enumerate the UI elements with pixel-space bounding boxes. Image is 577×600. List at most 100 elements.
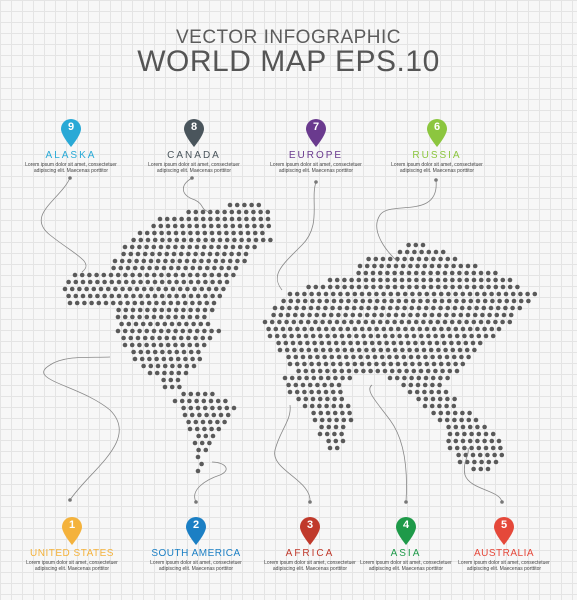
map-dot (306, 284, 311, 290)
map-dot (410, 298, 416, 304)
map-dot (423, 256, 429, 262)
callout-australia: 5 AUSTRALIA Lorem ipsum dolor sit amet, … (444, 516, 564, 572)
map-dot (407, 347, 412, 353)
map-dot (115, 328, 121, 334)
map-dot (168, 300, 174, 306)
map-dot (442, 270, 448, 276)
map-dot (194, 244, 200, 250)
map-dot (302, 291, 307, 297)
map-dot (363, 319, 369, 325)
connector-canada (182, 177, 211, 213)
map-dot (192, 286, 197, 292)
map-dot (202, 272, 207, 278)
map-dot (400, 263, 406, 269)
map-dot (216, 272, 222, 278)
map-dot (169, 384, 175, 390)
map-dot (278, 312, 284, 318)
map-dot (307, 354, 313, 360)
map-dot (452, 305, 458, 311)
map-dot (229, 251, 234, 257)
map-dot (297, 340, 303, 346)
map-dot (312, 417, 318, 423)
map-dot (193, 419, 199, 425)
map-dot (236, 251, 242, 257)
map-dot (251, 216, 256, 222)
map-dot (486, 277, 491, 283)
map-dot (366, 305, 371, 311)
map-dot (161, 356, 167, 362)
map-dot (173, 314, 178, 320)
map-dot (375, 368, 381, 374)
map-dot (450, 277, 455, 283)
map-dot (464, 277, 470, 283)
map-dot (416, 396, 421, 402)
map-dot (328, 312, 334, 318)
map-dot (180, 244, 185, 250)
map-dot (428, 347, 434, 353)
map-dot (237, 244, 243, 250)
map-dot (453, 424, 459, 430)
pin-number: 7 (312, 121, 320, 133)
map-dot (359, 305, 364, 311)
map-dot (208, 223, 214, 229)
map-dot (409, 256, 415, 262)
map-dot (154, 370, 160, 376)
map-dot (232, 237, 237, 243)
map-dot (123, 279, 129, 285)
map-dot (362, 340, 368, 346)
map-dot (265, 216, 271, 222)
map-dot (223, 272, 229, 278)
pin-number: 8 (190, 121, 198, 133)
map-dot (453, 438, 459, 444)
map-dot (371, 284, 376, 290)
pin-marker-icon: 5 (493, 516, 515, 546)
map-dot (358, 354, 363, 360)
map-dot (130, 272, 135, 278)
map-dot (222, 419, 227, 425)
map-dot (469, 333, 474, 339)
map-dot (138, 279, 143, 285)
map-dot (160, 237, 165, 243)
map-dot (437, 382, 442, 388)
map-dot (370, 319, 376, 325)
map-dot (130, 307, 136, 313)
map-dot (438, 256, 443, 262)
map-dot (173, 230, 179, 236)
map-dot (439, 298, 445, 304)
map-dot (411, 333, 417, 339)
map-dot (91, 286, 97, 292)
map-dot (366, 361, 372, 367)
map-dot (137, 314, 142, 320)
map-dot (377, 319, 383, 325)
map-dot (190, 300, 195, 306)
map-dot (95, 293, 100, 299)
map-dot (349, 277, 354, 283)
map-dot (161, 265, 167, 271)
map-dot (131, 349, 136, 355)
map-dot (382, 298, 387, 304)
map-dot (194, 398, 199, 404)
map-dot (157, 335, 162, 341)
map-dot (436, 389, 442, 395)
map-dot (327, 319, 333, 325)
map-dot (145, 307, 150, 313)
map-dot (453, 326, 459, 332)
map-dot (478, 270, 484, 276)
map-dot (174, 349, 180, 355)
map-dot (480, 312, 485, 318)
map-dot (413, 270, 419, 276)
map-dot (178, 335, 184, 341)
map-dot (155, 321, 160, 327)
map-dot (181, 279, 187, 285)
callout-description: Lorem ipsum dolor sit amet, consectetuer… (270, 162, 362, 174)
map-dot (463, 340, 469, 346)
map-dot (422, 389, 427, 395)
map-dot (381, 291, 386, 297)
map-dot (195, 293, 201, 299)
map-dot (479, 459, 484, 465)
map-dot (102, 279, 107, 285)
map-dot (299, 347, 304, 353)
map-dot (432, 298, 438, 304)
map-dot (311, 375, 317, 381)
map-dot (102, 293, 107, 299)
